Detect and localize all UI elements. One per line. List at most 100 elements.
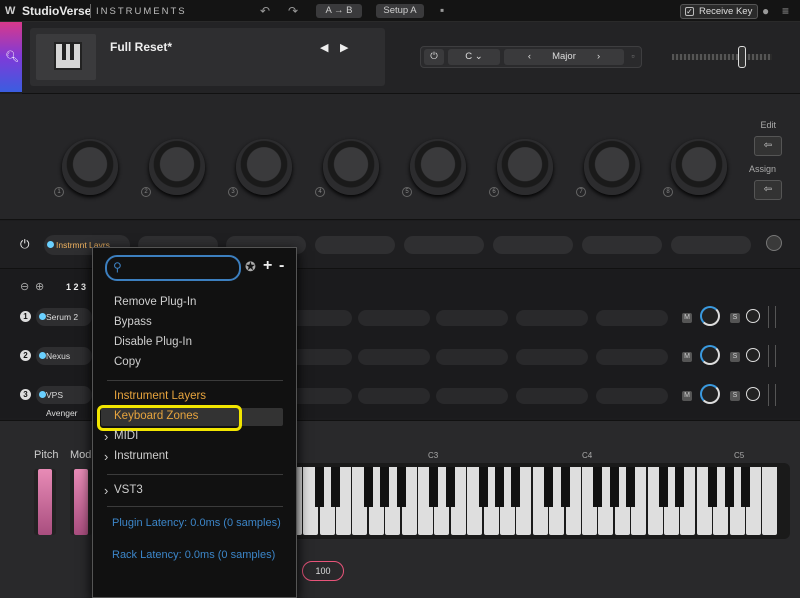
preset-thumbnail[interactable] — [36, 34, 96, 80]
receive-key-toggle[interactable]: ✓ Receive Key — [680, 4, 758, 19]
black-key[interactable] — [331, 467, 340, 507]
preset-name[interactable]: Full Reset* — [110, 40, 172, 54]
next-preset-icon[interactable]: ▶ — [340, 41, 348, 54]
menu-icon[interactable]: ≡ — [782, 4, 789, 18]
output-level-meter[interactable] — [672, 44, 782, 74]
menu-item-disable-plugin[interactable]: Disable Plug-In — [114, 336, 192, 348]
collapse-icon[interactable]: ⊖ — [20, 280, 29, 293]
add-icon[interactable]: + — [263, 257, 272, 275]
previous-preset-icon[interactable]: ◀ — [320, 41, 328, 54]
edit-macros-button[interactable]: ⇦ — [754, 136, 782, 156]
key-power-icon[interactable]: ⏻ — [424, 49, 444, 65]
solo-icon[interactable]: S — [730, 352, 740, 362]
black-key[interactable] — [544, 467, 554, 507]
layer-lane[interactable] — [436, 388, 508, 404]
rack-slot[interactable] — [582, 236, 662, 254]
layer-fader[interactable] — [768, 384, 776, 406]
macro-knob-7[interactable] — [584, 139, 640, 195]
menu-item-midi[interactable]: MIDI — [104, 429, 138, 444]
layer-lane[interactable] — [596, 388, 668, 404]
output-gain-slider[interactable] — [738, 46, 746, 68]
velocity-display[interactable]: 100 — [302, 561, 344, 581]
menu-item-bypass[interactable]: Bypass — [114, 316, 152, 328]
menu-item-vst3[interactable]: VST3 — [104, 483, 143, 498]
redo-icon[interactable]: ↷ — [288, 4, 298, 18]
layer-lane[interactable] — [436, 310, 508, 326]
layer-volume-knob[interactable] — [700, 306, 720, 326]
layer-lane[interactable] — [358, 349, 430, 365]
layer-lane[interactable] — [516, 388, 588, 404]
black-key[interactable] — [478, 467, 488, 507]
black-key[interactable] — [659, 467, 668, 507]
black-key[interactable] — [511, 467, 521, 507]
macro-knob-1[interactable] — [62, 139, 118, 195]
layer-lane[interactable] — [596, 349, 668, 365]
key-select[interactable]: C ⌄ — [448, 49, 500, 65]
setup-button[interactable]: Setup A — [376, 4, 424, 18]
layer-name-chip[interactable]: Serum 2 — [36, 308, 92, 326]
layer-fader[interactable] — [768, 306, 776, 328]
layer-name-chip[interactable]: Nexus — [36, 347, 92, 365]
layer-lane[interactable] — [516, 349, 588, 365]
menu-item-instrument-layers[interactable]: Instrument Layers — [114, 390, 206, 402]
black-key[interactable] — [560, 467, 570, 507]
rack-power-icon[interactable]: ⏻ — [20, 237, 30, 252]
layer-pan-knob[interactable] — [746, 309, 760, 323]
rack-slot[interactable] — [493, 236, 573, 254]
menu-item-copy[interactable]: Copy — [114, 356, 141, 368]
layer-pan-knob[interactable] — [746, 387, 760, 401]
solo-icon[interactable]: S — [730, 313, 740, 323]
black-key[interactable] — [609, 467, 619, 507]
black-key[interactable] — [363, 467, 373, 507]
black-key[interactable] — [626, 467, 636, 507]
black-key[interactable] — [708, 467, 718, 507]
mute-icon[interactable]: M — [682, 313, 692, 323]
white-key[interactable] — [762, 467, 778, 535]
black-key[interactable] — [396, 467, 406, 507]
award-icon[interactable]: ✪ — [245, 259, 256, 275]
black-key[interactable] — [724, 467, 734, 507]
layer-name-chip[interactable]: VPS Avenger — [36, 386, 92, 418]
remove-icon[interactable]: - — [279, 257, 284, 275]
user-icon[interactable]: ● — [762, 4, 769, 18]
solo-icon[interactable]: S — [730, 391, 740, 401]
rack-slot[interactable] — [315, 236, 395, 254]
expand-icon[interactable]: ⊕ — [35, 280, 44, 293]
layer-lane[interactable] — [358, 310, 430, 326]
undo-icon[interactable]: ↶ — [260, 4, 270, 18]
lock-icon[interactable]: ▫ — [627, 49, 639, 65]
rack-slot[interactable] — [671, 236, 751, 254]
layer-pages[interactable]: 1 2 3 — [66, 282, 86, 292]
black-key[interactable] — [593, 467, 603, 507]
pitch-wheel[interactable] — [34, 469, 56, 535]
layer-volume-knob[interactable] — [700, 345, 720, 365]
black-key[interactable] — [741, 467, 750, 507]
menu-item-instrument[interactable]: Instrument — [104, 449, 168, 464]
black-key[interactable] — [429, 467, 439, 507]
layer-lane[interactable] — [596, 310, 668, 326]
black-key[interactable] — [445, 467, 455, 507]
mute-icon[interactable]: M — [682, 352, 692, 362]
black-key[interactable] — [314, 467, 324, 507]
browser-search-tab[interactable]: 🔍︎ — [0, 22, 22, 92]
menu-search-input[interactable] — [129, 261, 233, 277]
macro-knob-8[interactable] — [671, 139, 727, 195]
assign-macros-button[interactable]: ⇦ — [754, 180, 782, 200]
macro-knob-4[interactable] — [323, 139, 379, 195]
mod-wheel[interactable] — [70, 469, 92, 535]
rack-output-knob[interactable] — [766, 235, 782, 251]
layer-fader[interactable] — [768, 345, 776, 367]
scale-select[interactable]: ‹ Major › — [504, 49, 624, 65]
macro-knob-2[interactable] — [149, 139, 205, 195]
macro-knob-6[interactable] — [497, 139, 553, 195]
save-icon[interactable]: ▪ — [440, 3, 444, 17]
menu-item-remove-plugin[interactable]: Remove Plug-In — [114, 296, 196, 308]
mute-icon[interactable]: M — [682, 391, 692, 401]
layer-lane[interactable] — [358, 388, 430, 404]
macro-knob-5[interactable] — [410, 139, 466, 195]
black-key[interactable] — [495, 467, 504, 507]
layer-lane[interactable] — [516, 310, 588, 326]
macro-knob-3[interactable] — [236, 139, 292, 195]
layer-pan-knob[interactable] — [746, 348, 760, 362]
layer-lane[interactable] — [436, 349, 508, 365]
